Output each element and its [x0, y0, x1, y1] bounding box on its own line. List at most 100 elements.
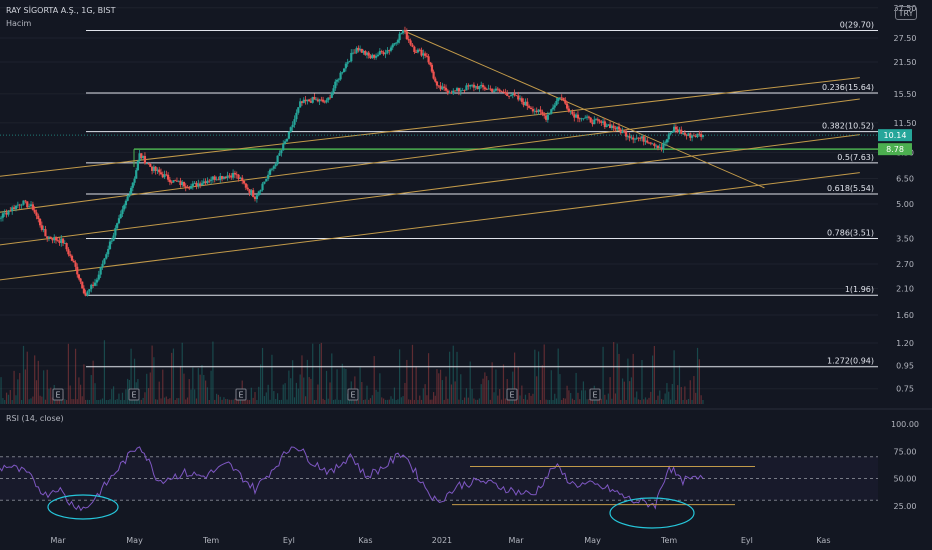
volume-bar — [288, 370, 290, 404]
time-tick-label: Tem — [660, 536, 677, 545]
volume-bar — [449, 351, 451, 404]
volume-bar — [557, 348, 559, 404]
volume-bar — [491, 362, 493, 404]
candle-body — [587, 116, 590, 118]
volume-bar — [258, 386, 260, 404]
volume-bar — [147, 388, 150, 404]
candle-body — [565, 103, 569, 109]
volume-bar — [413, 399, 415, 404]
candle-body — [191, 183, 194, 187]
candle-body — [77, 274, 81, 279]
currency-badge[interactable]: TRY — [895, 6, 917, 20]
volume-bar — [76, 399, 78, 404]
volume-bar — [438, 373, 440, 404]
candle-body — [90, 284, 93, 290]
volume-bar — [680, 386, 682, 404]
candle-body — [478, 86, 481, 90]
chart-canvas[interactable]: 0(29.70) 0.236(15.64) 0.382(10.52) 0.5(7.63… — [0, 0, 932, 550]
volume-bar — [371, 395, 373, 404]
volume-bar — [225, 399, 227, 404]
volume-bar — [64, 399, 66, 404]
candle-body — [623, 130, 626, 132]
candle-body — [339, 72, 342, 80]
volume-bar — [142, 397, 144, 404]
candle-body — [444, 87, 448, 91]
candle-body — [168, 179, 171, 183]
volume-bar — [463, 397, 466, 404]
volume-bar — [13, 370, 15, 404]
volume-bar — [500, 399, 503, 404]
volume-bar — [655, 399, 657, 404]
volume-bar — [395, 400, 397, 404]
volume-bar — [582, 381, 585, 404]
volume-bar — [275, 399, 277, 404]
time-tick-label: 2021 — [432, 536, 452, 545]
candle-body — [435, 81, 439, 86]
candle-body — [683, 132, 686, 135]
volume-bar — [60, 399, 62, 404]
volume-bar — [424, 384, 426, 404]
candle-body — [270, 168, 274, 170]
candle-body — [443, 86, 446, 88]
volume-bar — [206, 387, 209, 404]
volume-bar — [439, 369, 442, 404]
candle-body — [28, 206, 31, 208]
volume-bar — [44, 399, 47, 404]
volume-bar — [55, 399, 57, 404]
volume-bar — [178, 398, 180, 404]
candle-body — [293, 119, 296, 125]
volume-bar — [334, 399, 336, 404]
candle-body — [291, 124, 294, 128]
volume-bar — [373, 356, 375, 404]
candle-body — [481, 84, 485, 88]
price-tick-label: 27.50 — [894, 34, 917, 43]
volume-bar — [519, 395, 521, 404]
volume-bar — [144, 392, 146, 404]
volume-bar — [524, 394, 527, 404]
fib-level-label: 0.618(5.54) — [827, 184, 874, 193]
candle-body — [289, 127, 292, 132]
candle-body — [128, 194, 131, 197]
volume-bar — [197, 368, 199, 404]
volume-bar — [208, 399, 210, 404]
volume-bar — [239, 399, 242, 404]
volume-bar — [320, 342, 322, 404]
candle-body — [158, 169, 161, 173]
volume-bar — [21, 399, 23, 404]
volume-bar — [550, 370, 552, 404]
volume-bar — [192, 367, 194, 404]
volume-bar — [153, 357, 155, 404]
candle-body — [22, 200, 25, 205]
candle-body — [509, 95, 513, 97]
volume-bar — [577, 392, 579, 404]
volume-bar — [94, 383, 96, 404]
candle-body — [662, 143, 665, 149]
candle-body — [665, 139, 669, 143]
volume-bar — [675, 399, 677, 404]
price-tick-label: 2.10 — [896, 284, 914, 293]
volume-bar — [613, 342, 615, 404]
earnings-marker-label: E — [55, 391, 60, 400]
volume-bar — [265, 392, 267, 404]
volume-bar — [411, 344, 414, 404]
volume-bar — [575, 372, 577, 404]
volume-bar — [471, 388, 473, 404]
volume-bar — [388, 399, 390, 404]
volume-bar — [176, 398, 178, 404]
volume-bar — [212, 341, 214, 404]
candle-body — [367, 52, 370, 56]
volume-bar — [304, 396, 307, 404]
candle-body — [467, 85, 470, 87]
candle-body — [535, 110, 538, 113]
volume-bar — [284, 383, 286, 404]
volume-bar — [467, 397, 469, 404]
volume-bar — [105, 399, 107, 404]
candle-body — [284, 141, 287, 144]
candle-body — [65, 243, 68, 250]
candle-body — [108, 241, 112, 250]
candle-body — [378, 51, 381, 55]
volume-bar — [623, 381, 625, 404]
candle-body — [276, 155, 279, 165]
candle-body — [252, 190, 255, 197]
fib-level-label: 0(29.70) — [840, 21, 874, 30]
